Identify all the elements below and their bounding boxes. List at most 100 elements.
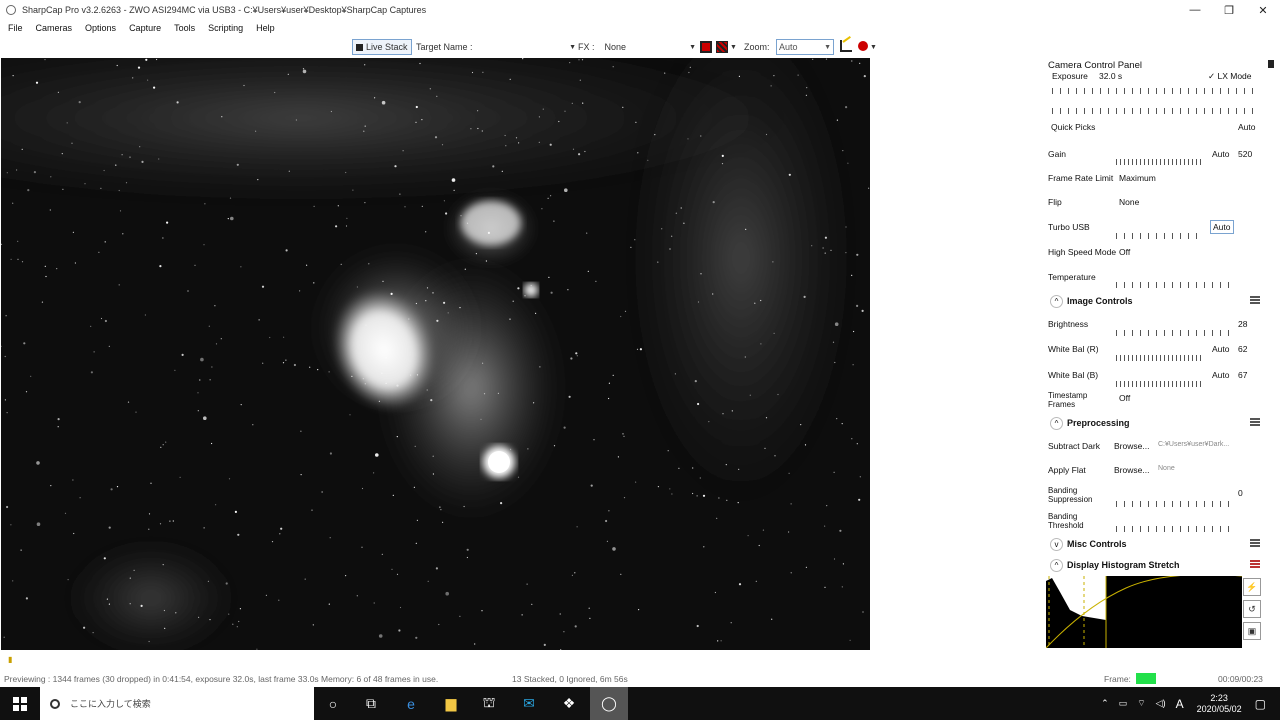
frame-rate-value[interactable]: Maximum — [1119, 173, 1156, 183]
scroll-handle-icon[interactable]: ▮ — [8, 655, 18, 664]
timestamp-label-line2: Frames — [1048, 400, 1076, 409]
auto-stretch-icon[interactable]: ⚡ — [1243, 578, 1261, 596]
wb-b-value[interactable]: 67 — [1238, 370, 1247, 380]
taskbar-search-box[interactable]: ここに入力して検索 — [40, 687, 314, 720]
stacked-status: 13 Stacked, 0 Ignored, 6m 56s — [512, 674, 628, 684]
gain-value[interactable]: 520 — [1238, 149, 1252, 159]
menu-scripting[interactable]: Scripting — [208, 23, 243, 33]
banding-threshold-slider[interactable] — [1116, 526, 1230, 532]
save-icon[interactable]: ▣ — [1243, 622, 1261, 640]
timestamp-label-line1: Timestamp — [1048, 391, 1088, 400]
close-button[interactable]: ✕ — [1246, 0, 1280, 20]
wb-r-value[interactable]: 62 — [1238, 344, 1247, 354]
quick-picks-value[interactable]: Auto — [1238, 122, 1256, 132]
wb-b-label: White Bal (B) — [1048, 370, 1099, 380]
exposure-value[interactable]: 32.0 s — [1099, 71, 1122, 81]
ime-indicator[interactable]: A — [1176, 697, 1184, 711]
network-icon[interactable]: ⌔ — [1137, 698, 1145, 709]
chevron-up-icon[interactable]: ^ — [1050, 417, 1063, 430]
target-name-label: Target Name : — [416, 42, 473, 52]
apply-flat-browse-button[interactable]: Browse... — [1114, 465, 1149, 475]
turbo-usb-auto-checkbox[interactable]: Auto — [1210, 220, 1234, 234]
wb-b-row: White Bal (B) Auto 67 — [1048, 368, 1260, 382]
maximize-button[interactable]: ❐ — [1212, 0, 1246, 20]
image-controls-section[interactable]: ^ Image Controls — [1048, 294, 1260, 310]
histogram-graph-icon[interactable] — [840, 40, 852, 52]
toolbar: Live Stack Target Name : ▼ FX : None ▼ ▼… — [0, 38, 1280, 56]
target-name-combo[interactable]: Target Name : ▼ — [416, 39, 576, 55]
menu-options[interactable]: Options — [85, 23, 116, 33]
turbo-usb-slider[interactable] — [1116, 233, 1204, 239]
system-tray: ⌃ ▭ ⌔ ◁) A 2:23 2020/05/02 ▢ — [1096, 687, 1280, 720]
banding-suppression-slider[interactable] — [1116, 501, 1230, 507]
display-histogram-section[interactable]: ^ Display Histogram Stretch — [1048, 558, 1260, 574]
exposure-row: Exposure 32.0 s ✓ LX Mode — [1048, 69, 1260, 83]
volume-icon[interactable]: ◁) — [1156, 698, 1166, 709]
wb-r-slider[interactable] — [1116, 355, 1204, 361]
task-view-icon[interactable]: ⧉ — [352, 687, 390, 720]
histogram-display[interactable] — [1046, 576, 1242, 648]
timestamp-value[interactable]: Off — [1119, 393, 1130, 403]
flip-label: Flip — [1048, 197, 1062, 207]
flip-value[interactable]: None — [1119, 197, 1139, 207]
battery-icon[interactable]: ▭ — [1119, 698, 1128, 709]
menu-icon[interactable] — [1250, 418, 1260, 426]
exposure-coarse-slider[interactable] — [1052, 88, 1256, 94]
menu-icon[interactable] — [1250, 296, 1260, 304]
store-icon[interactable]: ⛫ — [470, 687, 508, 720]
live-stack-label: Live Stack — [366, 42, 408, 52]
misc-controls-section[interactable]: v Misc Controls — [1048, 537, 1260, 553]
reticle-icon[interactable] — [716, 41, 728, 53]
image-viewer[interactable] — [1, 58, 870, 650]
sharpcap-taskbar-icon[interactable]: ◯ — [590, 687, 628, 720]
subtract-dark-row: Subtract Dark Browse... C:¥Users¥user¥Da… — [1048, 439, 1260, 453]
wb-r-auto-checkbox[interactable]: Auto — [1212, 344, 1230, 354]
notification-icon[interactable]: ▢ — [1255, 697, 1266, 711]
mail-icon[interactable]: ✉ — [510, 687, 548, 720]
brightness-value[interactable]: 28 — [1238, 319, 1247, 329]
minimize-button[interactable]: — — [1178, 0, 1212, 20]
fx-combo[interactable]: FX : None ▼ — [578, 39, 696, 55]
banding-suppression-value[interactable]: 0 — [1238, 488, 1243, 498]
reset-icon[interactable]: ↺ — [1243, 600, 1261, 618]
magnifier-icon[interactable] — [858, 41, 868, 51]
windows-taskbar: ここに入力して検索 ○ ⧉ e ▆ ⛫ ✉ ❖ ◯ — [0, 687, 1280, 720]
edge-browser-icon[interactable]: e — [392, 687, 430, 720]
brightness-slider[interactable] — [1116, 330, 1230, 336]
apply-flat-label: Apply Flat — [1048, 465, 1086, 475]
chevron-up-icon[interactable]: ⌃ — [1101, 698, 1109, 709]
chevron-down-icon: ▼ — [569, 43, 576, 51]
gain-slider[interactable] — [1116, 159, 1204, 165]
preprocessing-section[interactable]: ^ Preprocessing — [1048, 416, 1260, 432]
wb-b-auto-checkbox[interactable]: Auto — [1212, 370, 1230, 380]
display-histogram-title: Display Histogram Stretch — [1067, 560, 1180, 570]
chevron-down-icon[interactable]: ▼ — [870, 39, 877, 55]
chevron-down-icon[interactable]: v — [1050, 538, 1063, 551]
menu-tools[interactable]: Tools — [174, 23, 195, 33]
gain-auto-checkbox[interactable]: Auto — [1212, 149, 1230, 159]
chevron-up-icon[interactable]: ^ — [1050, 295, 1063, 308]
preprocessing-title: Preprocessing — [1067, 418, 1130, 428]
windows-start-icon[interactable] — [0, 687, 40, 720]
cortana-icon[interactable]: ○ — [314, 687, 352, 720]
menu-help[interactable]: Help — [256, 23, 275, 33]
chevron-down-icon[interactable]: ▼ — [730, 39, 738, 55]
taskbar-clock[interactable]: 2:23 2020/05/02 — [1197, 693, 1242, 715]
stop-capture-icon[interactable] — [700, 41, 712, 53]
file-explorer-icon[interactable]: ▆ — [432, 687, 470, 720]
zoom-combo[interactable]: Auto ▼ — [776, 39, 834, 55]
menu-file[interactable]: File — [8, 23, 23, 33]
menu-cameras[interactable]: Cameras — [36, 23, 73, 33]
wb-b-slider[interactable] — [1116, 381, 1204, 387]
lx-mode-checkbox[interactable]: ✓ LX Mode — [1208, 71, 1252, 82]
menu-icon[interactable] — [1250, 539, 1260, 547]
menu-icon[interactable] — [1250, 560, 1260, 568]
live-stack-button[interactable]: Live Stack — [352, 39, 412, 55]
menu-capture[interactable]: Capture — [129, 23, 161, 33]
high-speed-value[interactable]: Off — [1119, 247, 1130, 257]
exposure-fine-slider[interactable] — [1052, 108, 1256, 114]
subtract-dark-browse-button[interactable]: Browse... — [1114, 441, 1149, 451]
app-icon[interactable]: ❖ — [550, 687, 588, 720]
chevron-up-icon[interactable]: ^ — [1050, 559, 1063, 572]
pin-icon[interactable] — [1268, 60, 1274, 68]
